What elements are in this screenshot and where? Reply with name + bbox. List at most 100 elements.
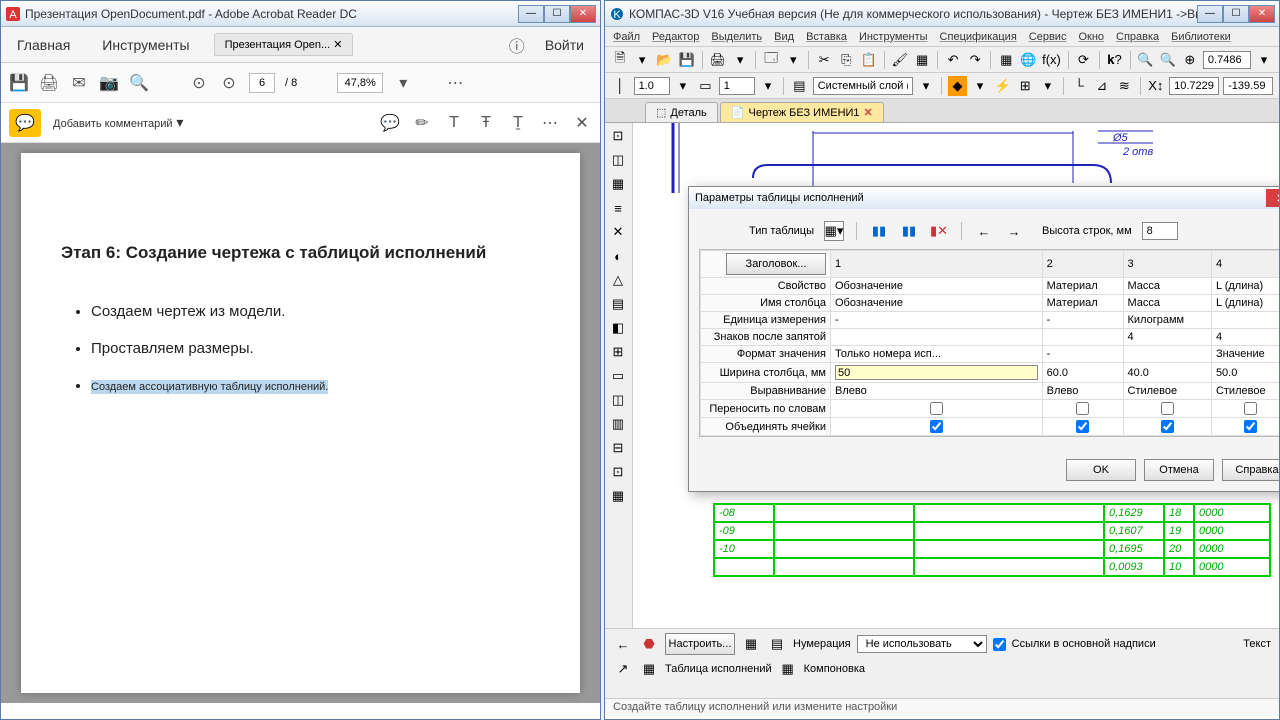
menu-select[interactable]: Выделить: [711, 31, 762, 43]
close-button[interactable]: ✕: [570, 5, 596, 23]
x-input[interactable]: [1169, 77, 1219, 95]
flash-icon[interactable]: ⚡: [993, 76, 1012, 96]
close-icon[interactable]: ✕: [333, 39, 342, 51]
strike-icon[interactable]: Ŧ: [476, 113, 496, 133]
tab-tools[interactable]: Инструменты: [94, 33, 197, 57]
tool-icon[interactable]: ▤: [607, 293, 629, 315]
zoom-input[interactable]: [337, 73, 383, 93]
print-icon[interactable]: 🖨: [709, 50, 728, 70]
merge-check-1[interactable]: [930, 420, 943, 433]
bottom-tab-1[interactable]: Таблица исполнений: [665, 663, 772, 675]
maximize-button[interactable]: ☐: [1223, 5, 1249, 23]
back-icon[interactable]: ←: [613, 634, 633, 654]
line-icon[interactable]: │: [611, 76, 630, 96]
tab-icon[interactable]: ▦: [778, 659, 798, 679]
chevron-down-icon[interactable]: ▾: [731, 50, 749, 70]
zoom-out-icon[interactable]: 🔍: [1159, 50, 1177, 70]
new-icon[interactable]: 🗎: [611, 50, 629, 70]
tool-icon[interactable]: ◧: [607, 317, 629, 339]
stop-icon[interactable]: ⬣: [639, 634, 659, 654]
search-icon[interactable]: 🔍: [129, 73, 149, 93]
tab-document[interactable]: Презентация Open... ✕: [214, 33, 354, 56]
arrow-left-icon[interactable]: ←: [974, 221, 994, 241]
tool-icon[interactable]: ✕: [607, 221, 629, 243]
dialog-titlebar[interactable]: Параметры таблицы исполнений ✕: [689, 187, 1279, 209]
maximize-button[interactable]: ☐: [544, 5, 570, 23]
add-comment-button[interactable]: Добавить комментарий ▾: [53, 114, 183, 131]
comment-icon[interactable]: 💬: [9, 109, 41, 137]
menu-edit[interactable]: Редактор: [652, 31, 699, 43]
help-button[interactable]: Справка: [1222, 459, 1279, 481]
minimize-button[interactable]: —: [1197, 5, 1223, 23]
undo-icon[interactable]: ↶: [944, 50, 962, 70]
chevron-down-icon[interactable]: ▾: [971, 76, 990, 96]
grid2-icon[interactable]: ⊞: [1016, 76, 1035, 96]
menu-help[interactable]: Справка: [1116, 31, 1159, 43]
row-height-input[interactable]: [1142, 222, 1178, 240]
open-icon[interactable]: 📂: [655, 50, 673, 70]
col-icon[interactable]: ▮▮: [899, 221, 919, 241]
chevron-down-icon[interactable]: ▾: [759, 76, 778, 96]
color-icon[interactable]: ◆: [948, 76, 967, 96]
save-icon[interactable]: 💾: [9, 73, 29, 93]
tool-icon[interactable]: △: [607, 269, 629, 291]
drawing-canvas[interactable]: Ø5 2 отв -080,1629180000 -090,1607190000…: [633, 123, 1279, 628]
tool-icon[interactable]: ⊟: [607, 437, 629, 459]
links-check[interactable]: [993, 638, 1006, 651]
tool-icon[interactable]: ▭: [607, 365, 629, 387]
cancel-button[interactable]: Отмена: [1144, 459, 1214, 481]
save-icon[interactable]: 💾: [677, 50, 695, 70]
arrow-right-icon[interactable]: →: [1004, 221, 1024, 241]
page-down-icon[interactable]: ⊙: [219, 73, 239, 93]
chevron-down-icon[interactable]: ▾: [393, 73, 413, 93]
close-button[interactable]: ✕: [1249, 5, 1275, 23]
more-icon[interactable]: ⋯: [445, 73, 465, 93]
y-input[interactable]: [1223, 77, 1273, 95]
col-icon[interactable]: ▮✕: [929, 221, 949, 241]
wrap-check-3[interactable]: [1161, 402, 1174, 415]
menu-tools[interactable]: Инструменты: [859, 31, 928, 43]
wrap-check-4[interactable]: [1244, 402, 1257, 415]
merge-check-2[interactable]: [1076, 420, 1089, 433]
tab-drawing[interactable]: 📄Чертеж БЕЗ ИМЕНИ1✕: [720, 102, 884, 122]
paste-icon[interactable]: 📋: [859, 50, 877, 70]
col-icon[interactable]: ▮▮: [869, 221, 889, 241]
scale-input[interactable]: [1203, 51, 1251, 69]
tab-home[interactable]: Главная: [9, 33, 78, 57]
close-comment-icon[interactable]: ✕: [572, 113, 592, 133]
props-icon[interactable]: ▦: [913, 50, 931, 70]
tab-icon[interactable]: ▦: [639, 659, 659, 679]
layer-icon[interactable]: ▭: [696, 76, 715, 96]
more2-icon[interactable]: ⋯: [540, 113, 560, 133]
tab-detail[interactable]: ⬚Деталь: [645, 102, 718, 122]
snap-icon[interactable]: ⊿: [1093, 76, 1112, 96]
layer-select[interactable]: [813, 77, 913, 95]
zoom-fit-icon[interactable]: ⊕: [1181, 50, 1199, 70]
wrap-check-1[interactable]: [930, 402, 943, 415]
tool-icon[interactable]: ⊡: [607, 461, 629, 483]
tool-icon[interactable]: ▥: [607, 413, 629, 435]
tool-icon[interactable]: ▦: [607, 485, 629, 507]
ok-button[interactable]: OK: [1066, 459, 1136, 481]
page-input[interactable]: [249, 73, 275, 93]
tool-icon[interactable]: ◫: [607, 389, 629, 411]
preview-icon[interactable]: 🗔: [762, 50, 780, 70]
chevron-down-icon[interactable]: ▾: [633, 50, 651, 70]
help-icon[interactable]: 𝐤?: [1105, 50, 1123, 70]
stamp-icon[interactable]: Ṯ: [508, 113, 528, 133]
numeration-select[interactable]: Не использовать: [857, 635, 987, 653]
annotate-icon[interactable]: 💬: [380, 113, 400, 133]
type-select[interactable]: ▦▾: [824, 221, 844, 241]
rough-icon[interactable]: ≋: [1115, 76, 1134, 96]
wrap-check-2[interactable]: [1076, 402, 1089, 415]
opt-icon[interactable]: ▤: [767, 634, 787, 654]
minimize-button[interactable]: —: [518, 5, 544, 23]
redo-icon[interactable]: ↷: [966, 50, 984, 70]
highlight-icon[interactable]: ✏: [412, 113, 432, 133]
login-button[interactable]: Войти: [537, 33, 592, 57]
tool-icon[interactable]: ▦: [607, 173, 629, 195]
menu-file[interactable]: Файл: [613, 31, 640, 43]
help-icon[interactable]: ⓘ: [507, 35, 527, 55]
zoom-in-icon[interactable]: 🔍: [1136, 50, 1154, 70]
header-button[interactable]: Заголовок...: [726, 253, 826, 275]
